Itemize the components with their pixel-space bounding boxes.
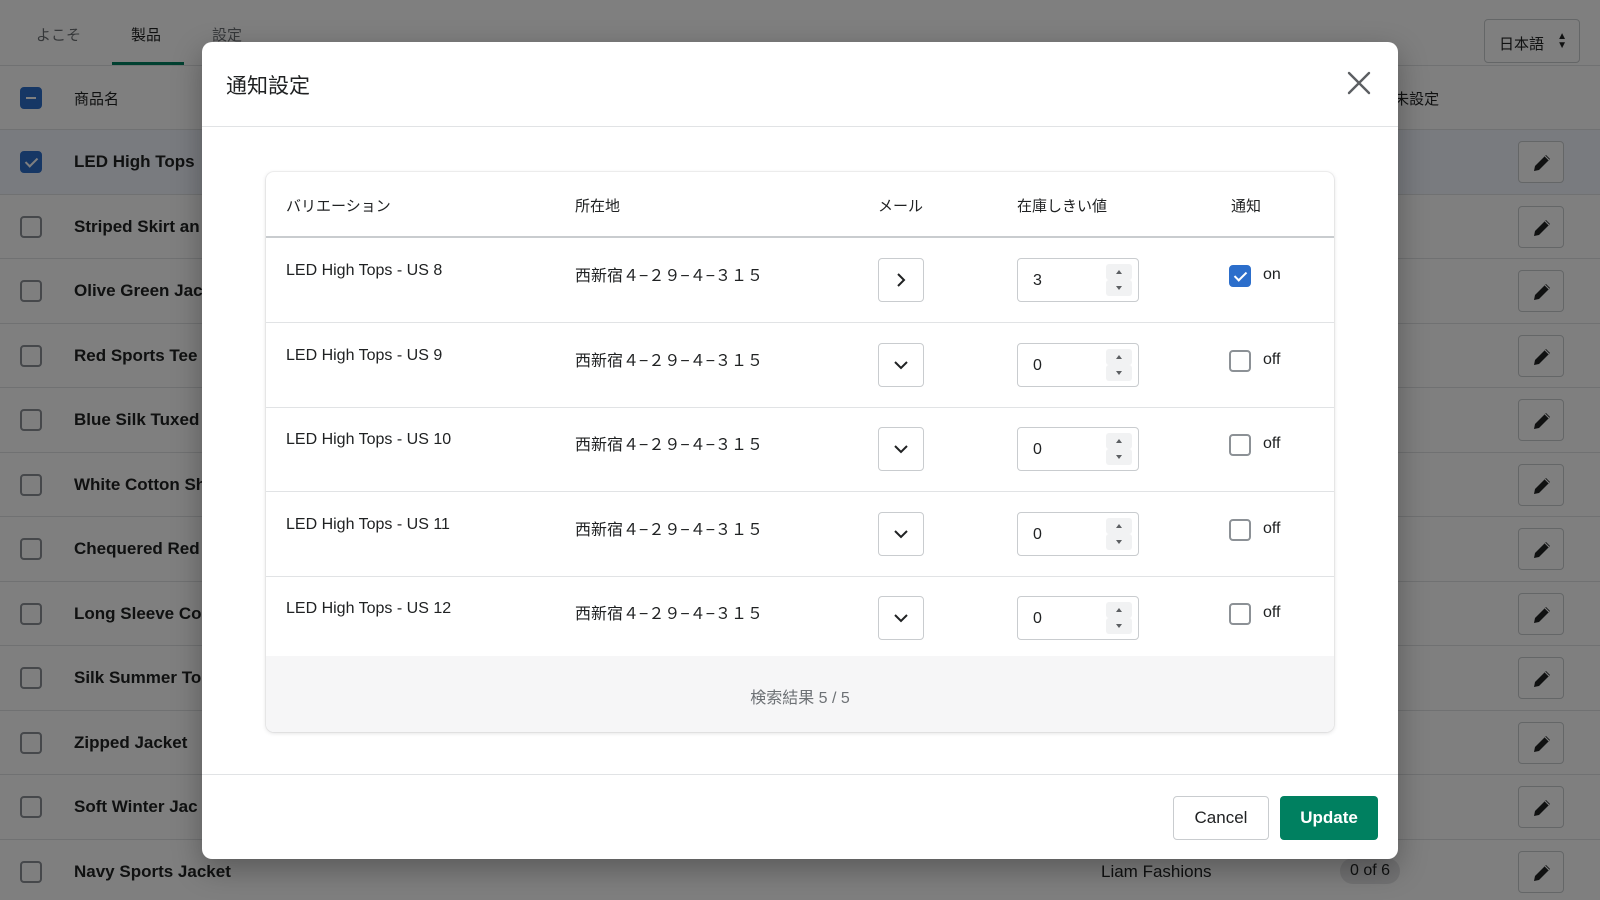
variation-name: LED High Tops - US 11 [286, 515, 450, 533]
header-threshold: 在庫しきい値 [1017, 198, 1108, 215]
mail-toggle-button[interactable] [878, 427, 924, 472]
close-button[interactable] [1344, 68, 1374, 98]
mail-toggle-button[interactable] [878, 596, 924, 641]
increment-button[interactable] [1106, 602, 1132, 619]
header-variation: バリエーション [286, 198, 391, 215]
table-row: LED High Tops - US 9 西新宿４−２９−４−３１５ 0 off [266, 323, 1334, 408]
threshold-input[interactable]: 0 [1017, 427, 1139, 472]
mail-toggle-button[interactable] [878, 258, 924, 302]
update-button[interactable]: Update [1280, 796, 1378, 840]
result-count: 検索結果 5 / 5 [750, 690, 850, 707]
variation-name: LED High Tops - US 9 [286, 346, 443, 364]
chevron-right-icon [897, 273, 906, 287]
increment-button[interactable] [1106, 433, 1132, 450]
threshold-input[interactable]: 0 [1017, 511, 1139, 556]
decrement-button[interactable] [1106, 533, 1132, 550]
notification-state-label: off [1263, 604, 1281, 622]
decrement-button[interactable] [1106, 618, 1132, 635]
threshold-value: 0 [1033, 525, 1042, 543]
threshold-value: 0 [1033, 356, 1042, 374]
notification-checkbox[interactable] [1229, 603, 1251, 626]
variation-name: LED High Tops - US 12 [286, 600, 452, 618]
location-text: 西新宿４−２９−４−３１５ [575, 268, 764, 285]
notification-settings-modal: 通知設定 バリエーション 所在地 メール 在庫しきい値 通知 LED High … [202, 42, 1398, 859]
increment-button[interactable] [1106, 264, 1132, 280]
chevron-down-icon [894, 614, 908, 623]
variation-name: LED High Tops - US 10 [286, 431, 452, 449]
table-footer: 検索結果 5 / 5 [266, 656, 1334, 732]
notification-state-label: on [1263, 266, 1281, 283]
variations-table-card: バリエーション 所在地 メール 在庫しきい値 通知 LED High Tops … [266, 172, 1334, 732]
notification-state-label: off [1263, 350, 1281, 368]
modal-title: 通知設定 [226, 75, 310, 98]
increment-button[interactable] [1106, 348, 1132, 365]
notification-state-label: off [1263, 519, 1281, 537]
threshold-input[interactable]: 0 [1017, 596, 1139, 641]
table-row: LED High Tops - US 10 西新宿４−２９−４−３１５ 0 of… [266, 407, 1334, 493]
threshold-input[interactable]: 3 [1017, 258, 1139, 302]
cancel-button[interactable]: Cancel [1173, 796, 1269, 840]
table-row: LED High Tops - US 12 西新宿４−２９−４−３１５ 0 of… [266, 576, 1334, 662]
decrement-button[interactable] [1106, 449, 1132, 466]
modal-header: 通知設定 [202, 42, 1398, 127]
close-icon [1347, 71, 1371, 95]
notification-state-label: off [1263, 435, 1281, 453]
table-row: LED High Tops - US 11 西新宿４−２９−４−３１５ 0 of… [266, 492, 1334, 577]
header-location: 所在地 [575, 198, 621, 215]
notification-checkbox[interactable] [1229, 265, 1251, 287]
mail-toggle-button[interactable] [878, 342, 924, 387]
chevron-down-icon [894, 445, 908, 454]
threshold-input[interactable]: 0 [1017, 342, 1139, 387]
header-mail: メール [878, 198, 924, 215]
chevron-down-icon [894, 360, 908, 370]
table-row: LED High Tops - US 8 西新宿４−２９−４−３１５ 3 on [266, 238, 1334, 323]
location-text: 西新宿４−２９−４−３１５ [575, 606, 764, 624]
modal-footer: Cancel Update [202, 774, 1398, 859]
notification-checkbox[interactable] [1229, 434, 1251, 457]
chevron-down-icon [894, 530, 908, 539]
notification-checkbox[interactable] [1229, 349, 1251, 372]
variation-name: LED High Tops - US 8 [286, 262, 443, 279]
location-text: 西新宿４−２９−４−３１５ [575, 437, 764, 455]
mail-toggle-button[interactable] [878, 511, 924, 556]
header-notification: 通知 [1231, 198, 1262, 215]
location-text: 西新宿４−２９−４−３１５ [575, 521, 764, 539]
threshold-value: 0 [1033, 441, 1042, 459]
threshold-value: 3 [1033, 272, 1042, 289]
table-header: バリエーション 所在地 メール 在庫しきい値 通知 [266, 172, 1334, 238]
increment-button[interactable] [1106, 517, 1132, 534]
location-text: 西新宿４−２９−４−３１５ [575, 352, 764, 370]
decrement-button[interactable] [1106, 364, 1132, 381]
decrement-button[interactable] [1106, 280, 1132, 296]
threshold-value: 0 [1033, 610, 1042, 628]
notification-checkbox[interactable] [1229, 518, 1251, 541]
